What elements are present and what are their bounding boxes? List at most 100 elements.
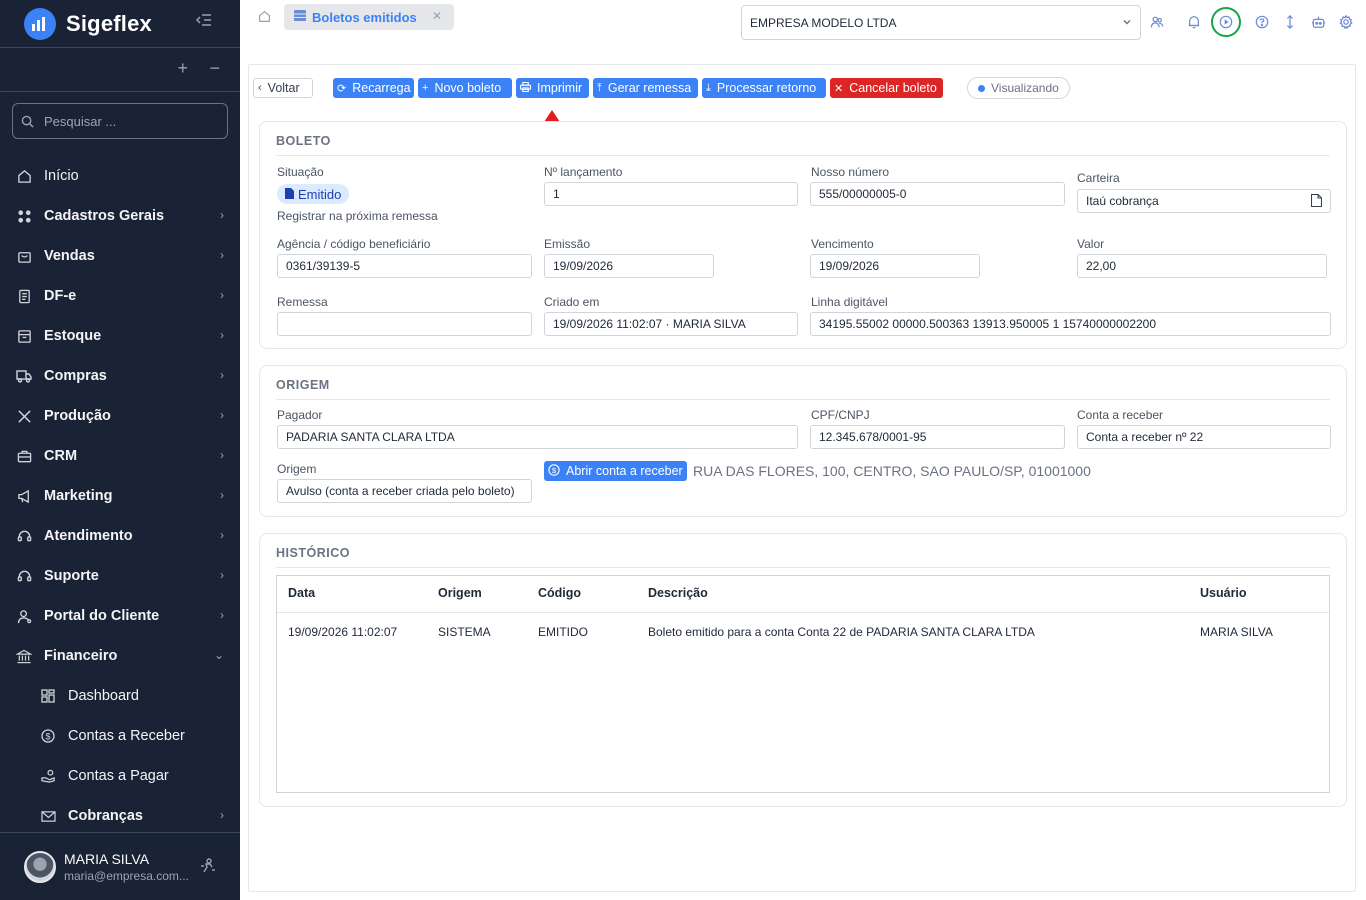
- new-boleto-button[interactable]: + Novo boleto: [418, 78, 512, 98]
- pagador-field[interactable]: PADARIA SANTA CLARA LTDA: [277, 425, 798, 449]
- tab-boletos-emitidos[interactable]: Boletos emitidos ✕: [284, 4, 454, 30]
- file-icon[interactable]: [1310, 193, 1323, 210]
- valor-label: Valor: [1077, 237, 1105, 251]
- emissao-field[interactable]: 19/09/2026: [544, 254, 714, 278]
- sidebar-subitem-contas-pagar[interactable]: Contas a Pagar: [0, 756, 240, 796]
- origem-field[interactable]: Avulso (conta a receber criada pelo bole…: [277, 479, 532, 503]
- sidebar-item-label: Cadastros Gerais: [44, 208, 165, 224]
- column-header[interactable]: Usuário: [1200, 586, 1247, 600]
- remessa-field[interactable]: [277, 312, 532, 336]
- sidebar-item-label: Contas a Receber: [68, 728, 185, 744]
- sidebar-item-label: DF-e: [44, 288, 77, 304]
- retorno-label: Processar retorno: [716, 81, 817, 95]
- divider: [276, 567, 1330, 568]
- bell-icon[interactable]: [1182, 10, 1206, 34]
- sidebar-item-inicio[interactable]: Início: [0, 156, 240, 196]
- play-icon[interactable]: [1211, 7, 1241, 37]
- conta-receber-field[interactable]: Conta a receber nº 22: [1077, 425, 1331, 449]
- print-button[interactable]: Imprimir: [516, 78, 589, 98]
- sidebar-item-estoque[interactable]: Estoque ›: [0, 316, 240, 356]
- robot-icon[interactable]: [1306, 10, 1330, 34]
- column-header[interactable]: Descrição: [648, 586, 708, 600]
- back-label: Voltar: [267, 81, 300, 95]
- reload-label: Recarrega: [352, 81, 411, 95]
- sidebar-item-cadastros[interactable]: Cadastros Gerais ›: [0, 196, 240, 236]
- sidebar-item-label: Estoque: [44, 328, 102, 344]
- sidebar-item-label: Vendas: [44, 248, 95, 264]
- sidebar-item-suporte[interactable]: Suporte ›: [0, 556, 240, 596]
- sidebar-item-label: Contas a Pagar: [68, 768, 169, 784]
- criado-em-label: Criado em: [544, 295, 600, 309]
- open-conta-receber-button[interactable]: $ Abrir conta a receber: [544, 461, 687, 481]
- svg-text:$: $: [45, 732, 50, 742]
- sidebar-subitem-dashboard[interactable]: Dashboard: [0, 676, 240, 716]
- sidebar-item-vendas[interactable]: Vendas ›: [0, 236, 240, 276]
- agencia-field[interactable]: 0361/39139-5: [277, 254, 532, 278]
- status-dot: [978, 84, 985, 92]
- collapse-sidebar-icon[interactable]: [195, 13, 212, 32]
- hand-coins-icon: [40, 768, 56, 784]
- situacao-label: Situação: [277, 165, 324, 179]
- sidebar-item-portal[interactable]: Portal do Cliente ›: [0, 596, 240, 636]
- expand-all-button[interactable]: +: [177, 58, 188, 79]
- app-name: Sigeflex: [66, 10, 152, 36]
- table-icon: [294, 8, 306, 26]
- pagador-label: Pagador: [277, 408, 323, 422]
- sidebar-subitem-contas-receber[interactable]: $ Contas a Receber: [0, 716, 240, 756]
- cancel-boleto-button[interactable]: ✕ Cancelar boleto: [830, 78, 943, 98]
- user-panel[interactable]: MARIA SILVA maria@empresa.com...: [0, 832, 240, 900]
- plus-icon: +: [422, 82, 429, 94]
- bank-icon: [16, 648, 32, 664]
- section-title: BOLETO: [276, 134, 331, 148]
- nosso-numero-field[interactable]: 555/00000005-0: [810, 182, 1065, 206]
- sidebar-item-atendimento[interactable]: Atendimento ›: [0, 516, 240, 556]
- cpf-cnpj-field[interactable]: 12.345.678/0001-95: [810, 425, 1065, 449]
- mail-icon: [40, 808, 56, 824]
- valor-field[interactable]: 22,00: [1077, 254, 1327, 278]
- sidebar-item-financeiro[interactable]: Financeiro ⌄: [0, 636, 240, 676]
- chevron-left-icon: ‹: [258, 82, 262, 94]
- close-icon: ✕: [834, 82, 844, 95]
- megaphone-icon: [16, 488, 32, 504]
- remessa-label: Remessa: [277, 295, 328, 309]
- shopping-bag-icon: [16, 248, 32, 264]
- home-icon[interactable]: [258, 10, 271, 28]
- carteira-field[interactable]: Itaú cobrança: [1077, 189, 1331, 213]
- sidebar-item-marketing[interactable]: Marketing ›: [0, 476, 240, 516]
- chevron-right-icon: ›: [220, 328, 224, 342]
- sidebar-item-producao[interactable]: Produção ›: [0, 396, 240, 436]
- company-select[interactable]: EMPRESA MODELO LTDA: [741, 5, 1141, 40]
- users-icon[interactable]: [1145, 10, 1169, 34]
- sidebar-item-dfe[interactable]: DF-e ›: [0, 276, 240, 316]
- column-header[interactable]: Código: [538, 586, 581, 600]
- user-icon: [16, 608, 32, 624]
- cpf-cnpj-label: CPF/CNPJ: [811, 408, 870, 422]
- sidebar-item-crm[interactable]: CRM ›: [0, 436, 240, 476]
- reload-button[interactable]: ⟳ Recarrega: [333, 78, 414, 98]
- column-header[interactable]: Origem: [438, 586, 482, 600]
- collapse-all-button[interactable]: −: [209, 58, 220, 79]
- process-retorno-button[interactable]: ⤓ Processar retorno: [702, 78, 826, 98]
- generate-remessa-button[interactable]: ⤒ Gerar remessa: [593, 78, 698, 98]
- help-icon[interactable]: [1250, 10, 1274, 34]
- vencimento-field[interactable]: 19/09/2026: [810, 254, 980, 278]
- upload-icon: ⤒: [597, 81, 602, 94]
- linha-digitavel-field[interactable]: 34195.55002 00000.500363 13913.950005 1 …: [810, 312, 1331, 336]
- resize-vertical-icon[interactable]: [1278, 10, 1302, 34]
- search-input[interactable]: [44, 113, 214, 129]
- criado-em-field[interactable]: 19/09/2026 11:02:07 · MARIA SILVA: [544, 312, 798, 336]
- switch-user-icon[interactable]: [200, 857, 216, 878]
- sidebar-subitem-cobrancas[interactable]: Cobranças ›: [0, 796, 240, 836]
- chevron-right-icon: ›: [220, 488, 224, 502]
- company-value: EMPRESA MODELO LTDA: [750, 15, 897, 30]
- close-icon[interactable]: ✕: [432, 9, 442, 23]
- gear-icon[interactable]: [1334, 10, 1358, 34]
- user-name: MARIA SILVA: [64, 850, 150, 867]
- back-button[interactable]: ‹ Voltar: [253, 78, 313, 98]
- sidebar-item-label: Início: [44, 168, 79, 184]
- sidebar-actions: + −: [0, 48, 240, 92]
- lancamento-field[interactable]: 1: [544, 182, 798, 206]
- sidebar-item-compras[interactable]: Compras ›: [0, 356, 240, 396]
- linha-digitavel-label: Linha digitável: [811, 295, 888, 309]
- column-header[interactable]: Data: [288, 586, 315, 600]
